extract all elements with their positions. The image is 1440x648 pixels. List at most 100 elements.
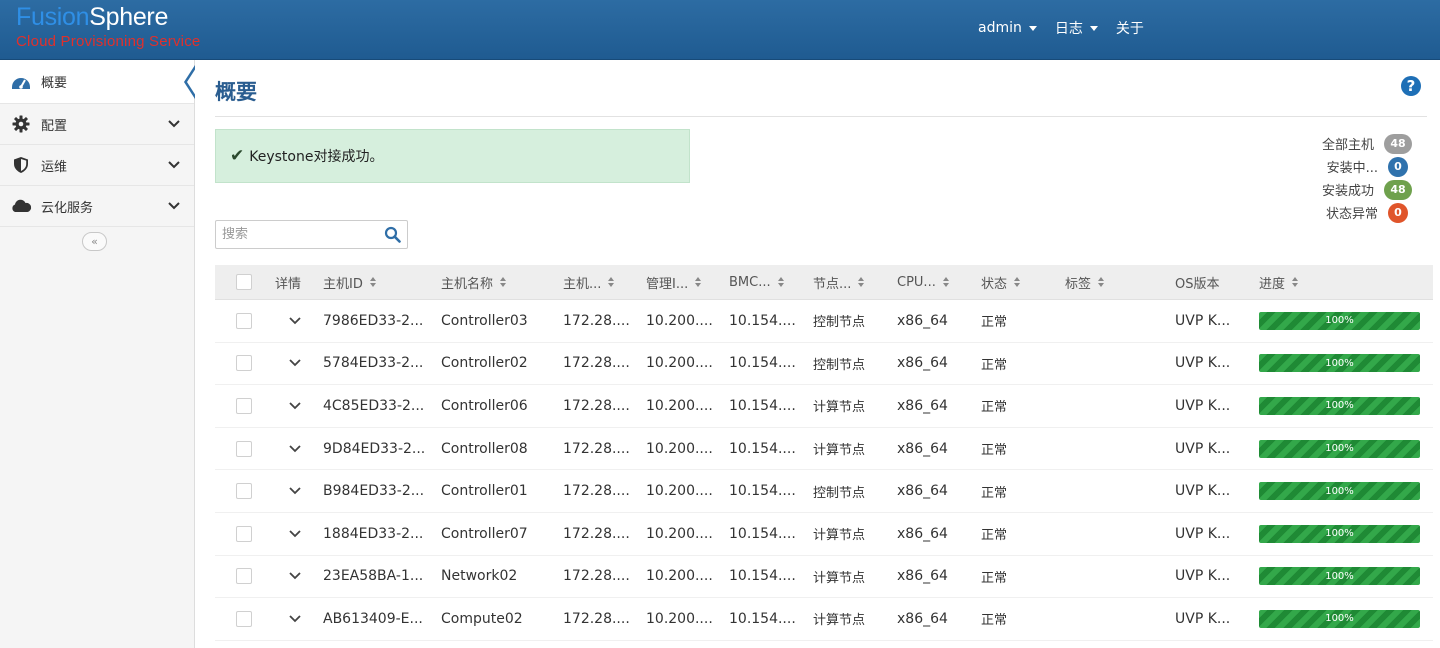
row-checkbox[interactable] — [236, 397, 252, 414]
row-checkbox[interactable] — [236, 525, 252, 542]
sidebar-item-overview[interactable]: 概要 — [0, 60, 196, 104]
expand-chevron-icon[interactable] — [289, 487, 301, 495]
row-checkbox[interactable] — [236, 568, 252, 585]
progress-bar: 100% — [1259, 354, 1420, 373]
expand-chevron-icon[interactable] — [289, 402, 301, 410]
role-cell: 控制节点 — [813, 485, 866, 501]
stat-installed[interactable]: 安装成功 48 — [1322, 178, 1412, 201]
row-checkbox[interactable] — [236, 610, 252, 627]
role-cell: 计算节点 — [813, 613, 866, 629]
table-row[interactable]: 23EA58BA-1... Network02 172.28.... 10.200..… — [215, 556, 1433, 599]
top-header: FusionSphere Cloud Provisioning Service … — [0, 0, 1440, 60]
role-cell: 控制节点 — [813, 315, 866, 331]
log-menu[interactable]: 日志 — [1055, 18, 1098, 38]
table-row[interactable]: B984ED33-2... Controller01 172.28.... 10.20… — [215, 470, 1433, 513]
table-row[interactable]: 5784ED33-2... Controller02 172.28.... 10.20… — [215, 343, 1433, 386]
col-status[interactable]: 状态 — [981, 273, 1065, 292]
progress-bar: 100% — [1259, 567, 1420, 586]
stat-label: 安装成功 — [1321, 184, 1374, 199]
progress-bar: 100% — [1259, 609, 1420, 628]
chevron-down-icon — [168, 158, 180, 173]
select-all-checkbox[interactable] — [236, 274, 252, 290]
table-row[interactable]: 1884ED33-2... Controller07 172.28.... 10.20… — [215, 513, 1433, 556]
role-cell: 计算节点 — [813, 528, 866, 544]
col-bmc[interactable]: BMC... — [729, 275, 813, 290]
app-logo: FusionSphere Cloud Provisioning Service — [16, 3, 200, 50]
expand-chevron-icon[interactable] — [289, 359, 301, 367]
os-cell: UVP K... — [1175, 483, 1231, 500]
col-role[interactable]: 节点... — [813, 273, 897, 292]
expand-chevron-icon[interactable] — [289, 317, 301, 325]
status-cell: 正常 — [981, 528, 1008, 544]
stat-installing[interactable]: 安装中... 0 — [1322, 155, 1412, 178]
row-detail — [273, 530, 321, 538]
row-detail — [273, 444, 321, 453]
about-link[interactable]: 关于 — [1116, 18, 1144, 38]
shield-icon — [10, 155, 32, 175]
caret-down-icon — [1028, 25, 1037, 31]
col-label: 主机... — [563, 276, 602, 292]
sidebar-item-cloud-services[interactable]: 云化服务 — [0, 186, 194, 227]
row-checkbox[interactable] — [236, 440, 252, 457]
cpu-cell: x86_64 — [897, 483, 948, 500]
col-label: OS版本 — [1175, 276, 1220, 292]
mgmt-ip-cell: 10.200.... — [646, 355, 713, 372]
sidebar-item-label: 配置 — [41, 118, 68, 134]
mgmt-ip-cell: 10.200.... — [646, 440, 713, 457]
search-input[interactable] — [216, 222, 376, 247]
bmc-ip-cell: 10.154.... — [729, 483, 796, 500]
col-mgmt-ip[interactable]: 管理I... — [646, 273, 729, 292]
row-checkbox[interactable] — [236, 312, 252, 329]
host-name-cell: Controller07 — [441, 525, 528, 542]
gear-icon — [10, 114, 32, 134]
sort-icon — [608, 277, 615, 287]
sidebar-item-label: 概要 — [41, 76, 68, 91]
col-host-id[interactable]: 主机ID — [321, 273, 441, 292]
chevron-down-icon — [168, 117, 180, 132]
row-checkbox[interactable] — [236, 355, 252, 372]
host-name-cell: Controller08 — [441, 440, 528, 457]
row-select — [215, 312, 273, 329]
chevron-down-icon — [168, 199, 180, 214]
table-header: 详情 主机ID 主机名称 主机... 管理I... BMC... 节点... C… — [215, 265, 1433, 300]
row-detail — [273, 572, 321, 580]
stat-abnormal[interactable]: 状态异常 0 — [1322, 201, 1412, 224]
col-host-name[interactable]: 主机名称 — [441, 273, 563, 292]
sidebar-item-label: 运维 — [41, 159, 68, 175]
col-progress[interactable]: 进度 — [1259, 273, 1429, 292]
help-icon[interactable]: ? — [1401, 76, 1421, 96]
col-host-ip[interactable]: 主机... — [563, 273, 646, 292]
row-checkbox[interactable] — [236, 483, 252, 500]
table-row[interactable]: 7986ED33-2... Controller03 172.28.... 10.20… — [215, 300, 1433, 343]
logo-sphere: Sphere — [89, 3, 169, 31]
active-indicator — [184, 65, 196, 99]
sidebar-item-ops[interactable]: 运维 — [0, 145, 194, 186]
col-tags[interactable]: 标签 — [1065, 273, 1175, 292]
table-row[interactable]: 9D84ED33-2... Controller08 172.28.... 10.20… — [215, 428, 1433, 471]
user-menu[interactable]: admin — [978, 18, 1037, 38]
cpu-cell: x86_64 — [897, 397, 948, 414]
row-select — [215, 525, 273, 542]
expand-chevron-icon[interactable] — [289, 572, 301, 580]
stat-all-hosts[interactable]: 全部主机 48 — [1322, 132, 1412, 155]
logo-fusion: Fusion — [16, 3, 90, 31]
cpu-cell: x86_64 — [897, 355, 948, 372]
status-cell: 正常 — [981, 485, 1008, 501]
dashboard-icon — [10, 72, 32, 92]
progress-cell: 100% — [1259, 609, 1429, 628]
col-cpu[interactable]: CPU... — [897, 275, 981, 290]
sidebar-item-config[interactable]: 配置 — [0, 104, 194, 145]
sort-icon — [1014, 277, 1021, 287]
host-ip-cell: 172.28.... — [563, 483, 630, 500]
success-alert: ✔ Keystone对接成功。 — [215, 129, 690, 183]
table-row[interactable]: 4C85ED33-2... Controller06 172.28.... 10.20… — [215, 385, 1433, 428]
sidebar-collapse-button[interactable]: « — [82, 232, 107, 251]
cpu-cell: x86_64 — [897, 568, 948, 585]
table-row[interactable]: AB613409-E... Compute02 172.28.... 10.200..… — [215, 598, 1433, 641]
col-label: 详情 — [275, 276, 302, 292]
cpu-cell: x86_64 — [897, 610, 948, 627]
search-icon[interactable] — [384, 226, 401, 243]
expand-chevron-icon[interactable] — [289, 444, 301, 453]
expand-chevron-icon[interactable] — [289, 615, 301, 623]
expand-chevron-icon[interactable] — [289, 530, 301, 538]
